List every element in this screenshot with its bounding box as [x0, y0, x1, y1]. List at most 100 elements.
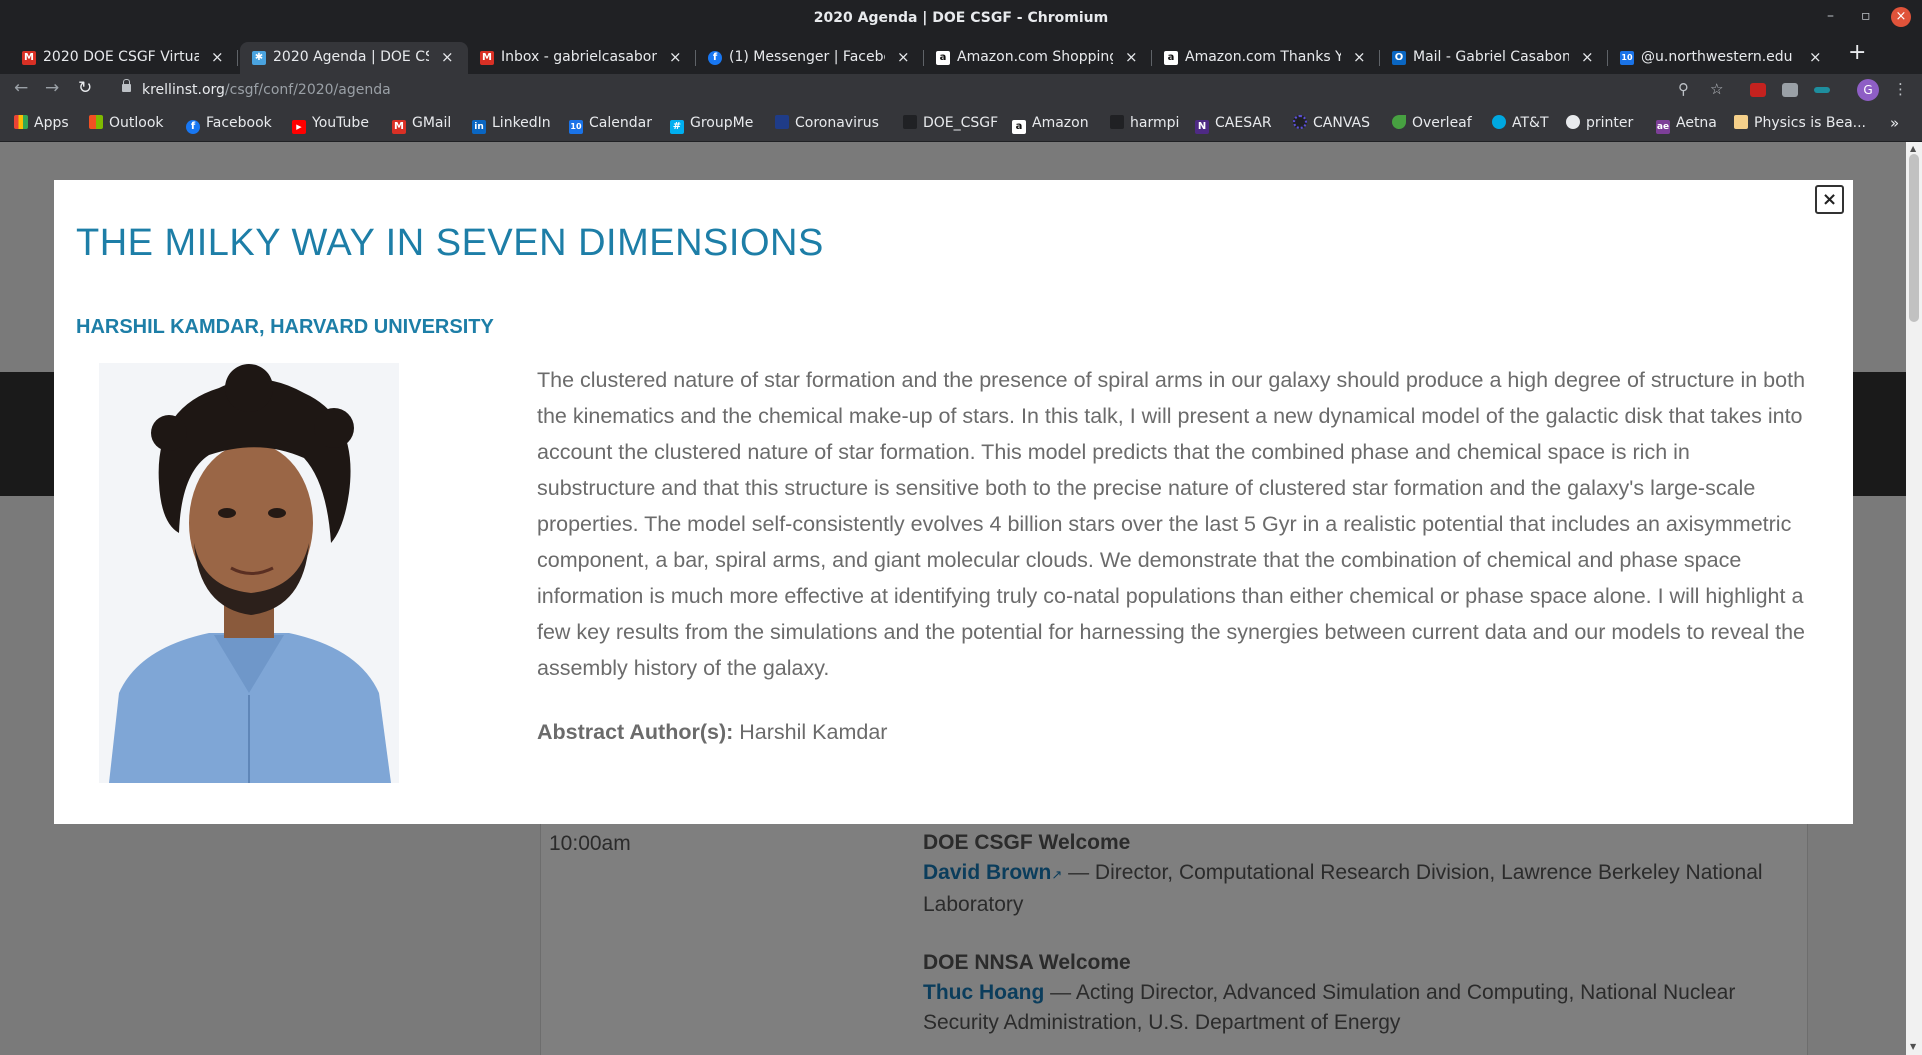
speaker-role: — Acting Director, Advanced Simulation a…: [923, 981, 1736, 1034]
tab-close-icon[interactable]: ×: [669, 48, 682, 66]
extension-wave-icon[interactable]: [1814, 87, 1830, 93]
bookmark-canvas[interactable]: CANVAS: [1293, 115, 1370, 131]
forward-arrow-icon[interactable]: →: [45, 78, 59, 98]
tab[interactable]: 10 @u.northwestern.edu - ×: [1608, 42, 1836, 74]
bookmark-caesar[interactable]: N CAESAR: [1195, 115, 1272, 134]
calendar-icon: 10: [569, 120, 583, 134]
tab-close-icon[interactable]: ×: [1125, 48, 1138, 66]
speaker-name: HARSHIL KAMDAR, HARVARD UNIVERSITY: [76, 316, 494, 338]
bookmark-star-icon[interactable]: ☆: [1710, 80, 1723, 98]
agenda-item: DOE CSGF Welcome David Brown↗ — Director…: [923, 828, 1803, 920]
tab-label: @u.northwestern.edu -: [1641, 49, 1797, 65]
page-scrollbar[interactable]: ▲ ▼: [1906, 142, 1922, 1055]
microsoft-icon: [89, 115, 103, 129]
tab[interactable]: M 2020 DOE CSGF Virtual P ×: [10, 42, 238, 74]
tab[interactable]: a Amazon.com Thanks You ×: [1152, 42, 1380, 74]
amazon-icon: a: [936, 51, 950, 65]
agenda-time: 10:00am: [549, 832, 631, 855]
lock-icon: [122, 79, 131, 92]
gmail-icon: M: [22, 51, 36, 65]
bookmark-physics[interactable]: Physics is Bea...: [1734, 115, 1866, 131]
bookmark-linkedin[interactable]: in LinkedIn: [472, 115, 551, 134]
tab-close-icon[interactable]: ×: [1809, 48, 1822, 66]
scroll-down-icon[interactable]: ▼: [1910, 1042, 1916, 1051]
bookmark-overleaf[interactable]: Overleaf: [1392, 115, 1472, 131]
facebook-icon: f: [186, 120, 200, 134]
overleaf-icon: [1392, 115, 1406, 129]
maximize-button[interactable]: ▫: [1861, 8, 1871, 24]
bookmark-aetna[interactable]: ae Aetna: [1656, 115, 1717, 134]
github-icon: [1110, 115, 1124, 129]
external-link-icon: ↗: [1051, 867, 1063, 882]
tab-label: 2020 DOE CSGF Virtual P: [43, 49, 199, 65]
youtube-icon: ▶: [292, 120, 306, 134]
bookmark-apps[interactable]: Apps: [14, 115, 69, 131]
url-text[interactable]: krellinst.org/csgf/conf/2020/agenda: [142, 82, 391, 98]
bookmark-youtube[interactable]: ▶ YouTube: [292, 115, 369, 134]
address-bar[interactable]: krellinst.org/csgf/conf/2020/agenda: [110, 76, 1710, 104]
speaker-link[interactable]: David Brown: [923, 861, 1051, 884]
minimize-button[interactable]: –: [1827, 8, 1834, 24]
tab-close-icon[interactable]: ×: [1353, 48, 1366, 66]
close-window-button[interactable]: ×: [1891, 7, 1911, 27]
bookmark-printer[interactable]: printer: [1566, 115, 1633, 131]
tab-label: 2020 Agenda | DOE CSGF: [273, 49, 429, 65]
gmail-icon: M: [480, 51, 494, 65]
tab-close-icon[interactable]: ×: [1581, 48, 1594, 66]
tab[interactable]: f (1) Messenger | Facebook ×: [696, 42, 924, 74]
linkedin-icon: in: [472, 120, 486, 134]
tab[interactable]: a Amazon.com Shopping ×: [924, 42, 1152, 74]
bookmark-groupme[interactable]: # GroupMe: [670, 115, 753, 134]
tab-close-icon[interactable]: ×: [897, 48, 910, 66]
csgf-icon: ✱: [252, 51, 266, 65]
url-path: /csgf/conf/2020/agenda: [224, 82, 391, 98]
zoom-icon[interactable]: ⚲: [1678, 80, 1689, 98]
bookmark-gmail[interactable]: M GMail: [392, 115, 451, 134]
bookmarks-overflow-icon[interactable]: »: [1890, 114, 1899, 132]
ublock-extension-icon[interactable]: [1750, 83, 1766, 97]
new-tab-button[interactable]: +: [1848, 40, 1866, 65]
agenda-item-heading: DOE CSGF Welcome: [923, 831, 1131, 854]
scroll-up-icon[interactable]: ▲: [1910, 144, 1916, 153]
url-domain: krellinst.org: [142, 82, 225, 98]
tab[interactable]: O Mail - Gabriel Casabona ×: [1380, 42, 1608, 74]
bookmark-facebook[interactable]: f Facebook: [186, 115, 272, 134]
browser-toolbar: ← → ↻ krellinst.org/csgf/conf/2020/agend…: [0, 74, 1922, 106]
profile-avatar[interactable]: G: [1857, 79, 1879, 101]
aetna-icon: ae: [1656, 120, 1670, 134]
bookmark-doe-csgf[interactable]: DOE_CSGF: [903, 115, 998, 131]
menu-kebab-icon[interactable]: ⋮: [1893, 80, 1908, 98]
att-globe-icon: [1492, 115, 1506, 129]
speaker-link[interactable]: Thuc Hoang: [923, 981, 1044, 1004]
window-titlebar: 2020 Agenda | DOE CSGF - Chromium – ▫ ×: [0, 0, 1922, 38]
tab-label: Amazon.com Thanks You: [1185, 49, 1341, 65]
bookmark-calendar[interactable]: 10 Calendar: [569, 115, 652, 134]
canvas-icon: [1293, 115, 1307, 129]
physics-icon: [1734, 115, 1748, 129]
talk-title: THE MILKY WAY IN SEVEN DIMENSIONS: [76, 222, 824, 264]
tab-active[interactable]: ✱ 2020 Agenda | DOE CSGF ×: [240, 42, 468, 74]
talk-abstract: The clustered nature of star formation a…: [537, 368, 1806, 680]
scrollbar-thumb[interactable]: [1909, 154, 1919, 322]
calendar-icon: 10: [1620, 51, 1634, 65]
bookmark-att[interactable]: AT&T: [1492, 115, 1549, 131]
tab-close-icon[interactable]: ×: [441, 48, 454, 66]
amazon-icon: a: [1012, 120, 1026, 134]
bookmark-outlook[interactable]: Outlook: [89, 115, 164, 131]
window-title: 2020 Agenda | DOE CSGF - Chromium: [813, 10, 1109, 26]
modal-close-button[interactable]: ×: [1815, 185, 1844, 214]
agenda-item-heading: DOE NNSA Welcome: [923, 951, 1131, 974]
tab[interactable]: M Inbox - gabrielcasabona ×: [468, 42, 696, 74]
bookmark-coronavirus[interactable]: Coronavirus: [775, 115, 879, 131]
bookmark-harmpi[interactable]: harmpi: [1110, 115, 1179, 131]
bookmark-amazon[interactable]: a Amazon: [1012, 115, 1089, 134]
gmail-icon: M: [392, 120, 406, 134]
reload-icon[interactable]: ↻: [78, 78, 92, 98]
back-arrow-icon[interactable]: ←: [14, 78, 28, 98]
northwestern-icon: N: [1195, 120, 1209, 134]
tab-close-icon[interactable]: ×: [211, 48, 224, 66]
extension-icon[interactable]: [1782, 83, 1798, 97]
tab-label: Inbox - gabrielcasabona: [501, 49, 657, 65]
tab-strip: M 2020 DOE CSGF Virtual P × ✱ 2020 Agend…: [0, 38, 1922, 74]
abstract-authors-label: Abstract Author(s):: [537, 720, 734, 744]
